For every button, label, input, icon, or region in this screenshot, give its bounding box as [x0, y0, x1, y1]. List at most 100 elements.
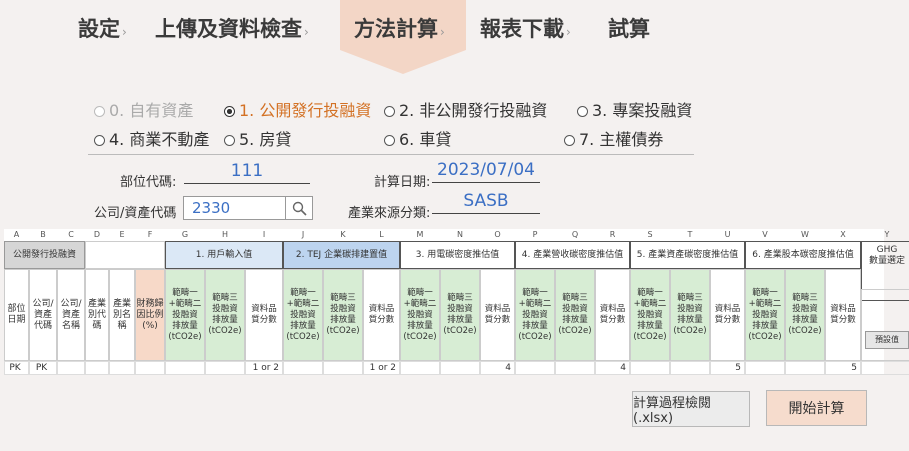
column-letter: X [825, 229, 861, 241]
radio-label: 7. 主權債券 [579, 130, 664, 149]
data-cell [745, 361, 785, 375]
base-header-3-text: 產業 別代 碼 [87, 298, 106, 331]
sub-header-text: 範疇一 +範疇二 投融資 排放量 (tCO2e) [518, 287, 552, 342]
column-letter: J [283, 229, 323, 241]
asset-type-radio-0: 0. 自有資產 [94, 100, 193, 122]
dept-code-label: 部位代碼: [120, 175, 177, 190]
group-header-1-text: 1. 用戶輸入值 [195, 249, 253, 260]
tab-method-calc[interactable]: 方法計算 › [354, 14, 445, 44]
radio-dot-icon [577, 106, 588, 117]
start-calc-button[interactable]: 開始計算 [766, 390, 867, 426]
sub-header: 範疇三 投融資 排放量 (tCO2e) [205, 269, 245, 361]
sub-header-text: 範疇三 投融資 排放量 (tCO2e) [788, 293, 822, 336]
group-header-3-text: 3. 用電碳密度推估值 [415, 249, 500, 260]
data-cell-text: 5 [735, 363, 741, 373]
radio-dot-icon [564, 135, 575, 146]
calculation-grid: A B C D E F G H I J K L M N O P Q R S T U V W X Y 公開發行投融資 1. 用戶輸入值… [4, 229, 909, 375]
review-xlsx-button[interactable]: 計算過程檢閱 (.xlsx) [632, 391, 750, 427]
ghg-area [861, 289, 909, 361]
chevron-right-icon: › [122, 25, 127, 39]
header-blank [85, 241, 165, 269]
column-letter: C [57, 229, 85, 241]
base-header-1: 公司/ 資產 代碼 [29, 269, 57, 361]
column-letter-text: W [801, 230, 809, 239]
tab-trial-calc[interactable]: 試算 [608, 14, 650, 44]
data-cell-text: 1 or 2 [252, 363, 279, 373]
column-letter: Y [861, 229, 909, 241]
sub-header-text: 範疇一 +範疇二 投融資 排放量 (tCO2e) [286, 287, 320, 342]
tab-upload-check[interactable]: 上傳及資料檢查 › [155, 14, 309, 44]
sub-header-text: 範疇一 +範疇二 投融資 排放量 (tCO2e) [748, 287, 782, 342]
group-header-4: 4. 產業營收碳密度推估值 [515, 241, 630, 269]
base-header-4-text: 產業 別名 稱 [112, 298, 131, 331]
column-letter-text: L [379, 230, 384, 239]
sub-header-text: 範疇一 +範疇二 投融資 排放量 (tCO2e) [633, 287, 667, 342]
column-letter-text: J [301, 230, 305, 239]
sub-header: 範疇三 投融資 排放量 (tCO2e) [323, 269, 363, 361]
data-cell [165, 361, 205, 375]
sub-header: 範疇一 +範疇二 投融資 排放量 (tCO2e) [400, 269, 440, 361]
data-cell-text: PK [9, 363, 21, 373]
column-letter-text: T [687, 230, 693, 239]
sub-header: 資料品 質分數 [480, 269, 515, 361]
base-header-4: 產業 別名 稱 [109, 269, 135, 361]
group-header-2: 2. TEJ 企業碳排建置值 [283, 241, 400, 269]
sub-header: 資料品 質分數 [710, 269, 745, 361]
asset-type-radio-4[interactable]: 4. 商業不動產 [94, 129, 209, 151]
tab-label: 試算 [608, 17, 650, 41]
radio-label: 5. 房貸 [239, 130, 292, 149]
asset-type-radio-2[interactable]: 2. 非公開發行投融資 [384, 100, 547, 122]
column-letter: W [785, 229, 825, 241]
sub-header: 資料品 質分數 [595, 269, 630, 361]
group-header-5: 5. 產業資產碳密度推估值 [630, 241, 745, 269]
dept-code-field[interactable]: 111 [184, 160, 310, 184]
sub-header: 範疇三 投融資 排放量 (tCO2e) [440, 269, 480, 361]
chevron-right-icon: › [566, 25, 571, 39]
section-label: 公開發行投融資 [4, 241, 85, 269]
data-cell [85, 361, 109, 375]
column-letter: P [515, 229, 555, 241]
asset-type-radio-3[interactable]: 3. 專案投融資 [577, 100, 692, 122]
column-letter: D [85, 229, 109, 241]
sub-header-text: 資料品 質分數 [830, 304, 856, 325]
column-letter: F [135, 229, 165, 241]
sub-header-text: 範疇三 投融資 排放量 (tCO2e) [673, 293, 707, 336]
asset-type-radio-7[interactable]: 7. 主權債券 [564, 129, 663, 151]
group-header-3: 3. 用電碳密度推估值 [400, 241, 515, 269]
sub-header: 範疇一 +範疇二 投融資 排放量 (tCO2e) [283, 269, 323, 361]
base-header-0: 部位 日期 [4, 269, 29, 361]
radio-label: 4. 商業不動產 [109, 130, 210, 149]
sub-header: 範疇一 +範疇二 投融資 排放量 (tCO2e) [630, 269, 670, 361]
search-button[interactable] [285, 196, 313, 220]
data-cell [515, 361, 555, 375]
sub-header-text: 資料品 質分數 [599, 304, 626, 325]
column-letter-text: S [647, 230, 653, 239]
divider [88, 154, 694, 155]
column-letter-text: U [724, 230, 731, 239]
sub-header-text: 範疇三 投融資 排放量 (tCO2e) [443, 293, 477, 336]
asset-type-radio-1[interactable]: 1. 公開發行投融資 [224, 100, 371, 122]
radio-label: 2. 非公開發行投融資 [399, 101, 548, 120]
column-letter: T [670, 229, 710, 241]
group-header-6-text: 6. 產業股本碳密度推估值 [752, 249, 854, 260]
sub-header: 範疇一 +範疇二 投融資 排放量 (tCO2e) [515, 269, 555, 361]
sub-header-text: 範疇三 投融資 排放量 (tCO2e) [326, 293, 360, 336]
industry-source-field[interactable]: SASB [432, 190, 540, 214]
sub-header-text: 範疇一 +範疇二 投融資 排放量 (tCO2e) [403, 287, 437, 342]
sub-header: 資料品 質分數 [363, 269, 400, 361]
radio-label: 0. 自有資產 [109, 101, 194, 120]
column-letter-text: N [457, 230, 463, 239]
asset-type-radio-6[interactable]: 6. 車貸 [384, 129, 451, 151]
default-button[interactable]: 預設值 [865, 331, 909, 349]
data-cell [400, 361, 440, 375]
data-cell-text: 4 [505, 363, 511, 373]
column-letter-text: M [416, 230, 424, 239]
data-cell [630, 361, 670, 375]
tab-report-download[interactable]: 報表下載 › [480, 14, 571, 44]
radio-dot-icon [384, 106, 395, 117]
calc-date-field[interactable]: 2023/07/04 [432, 159, 540, 183]
column-letter: I [245, 229, 283, 241]
tab-settings[interactable]: 設定 › [78, 14, 127, 44]
data-cell [785, 361, 825, 375]
asset-type-radio-5[interactable]: 5. 房貸 [224, 129, 291, 151]
